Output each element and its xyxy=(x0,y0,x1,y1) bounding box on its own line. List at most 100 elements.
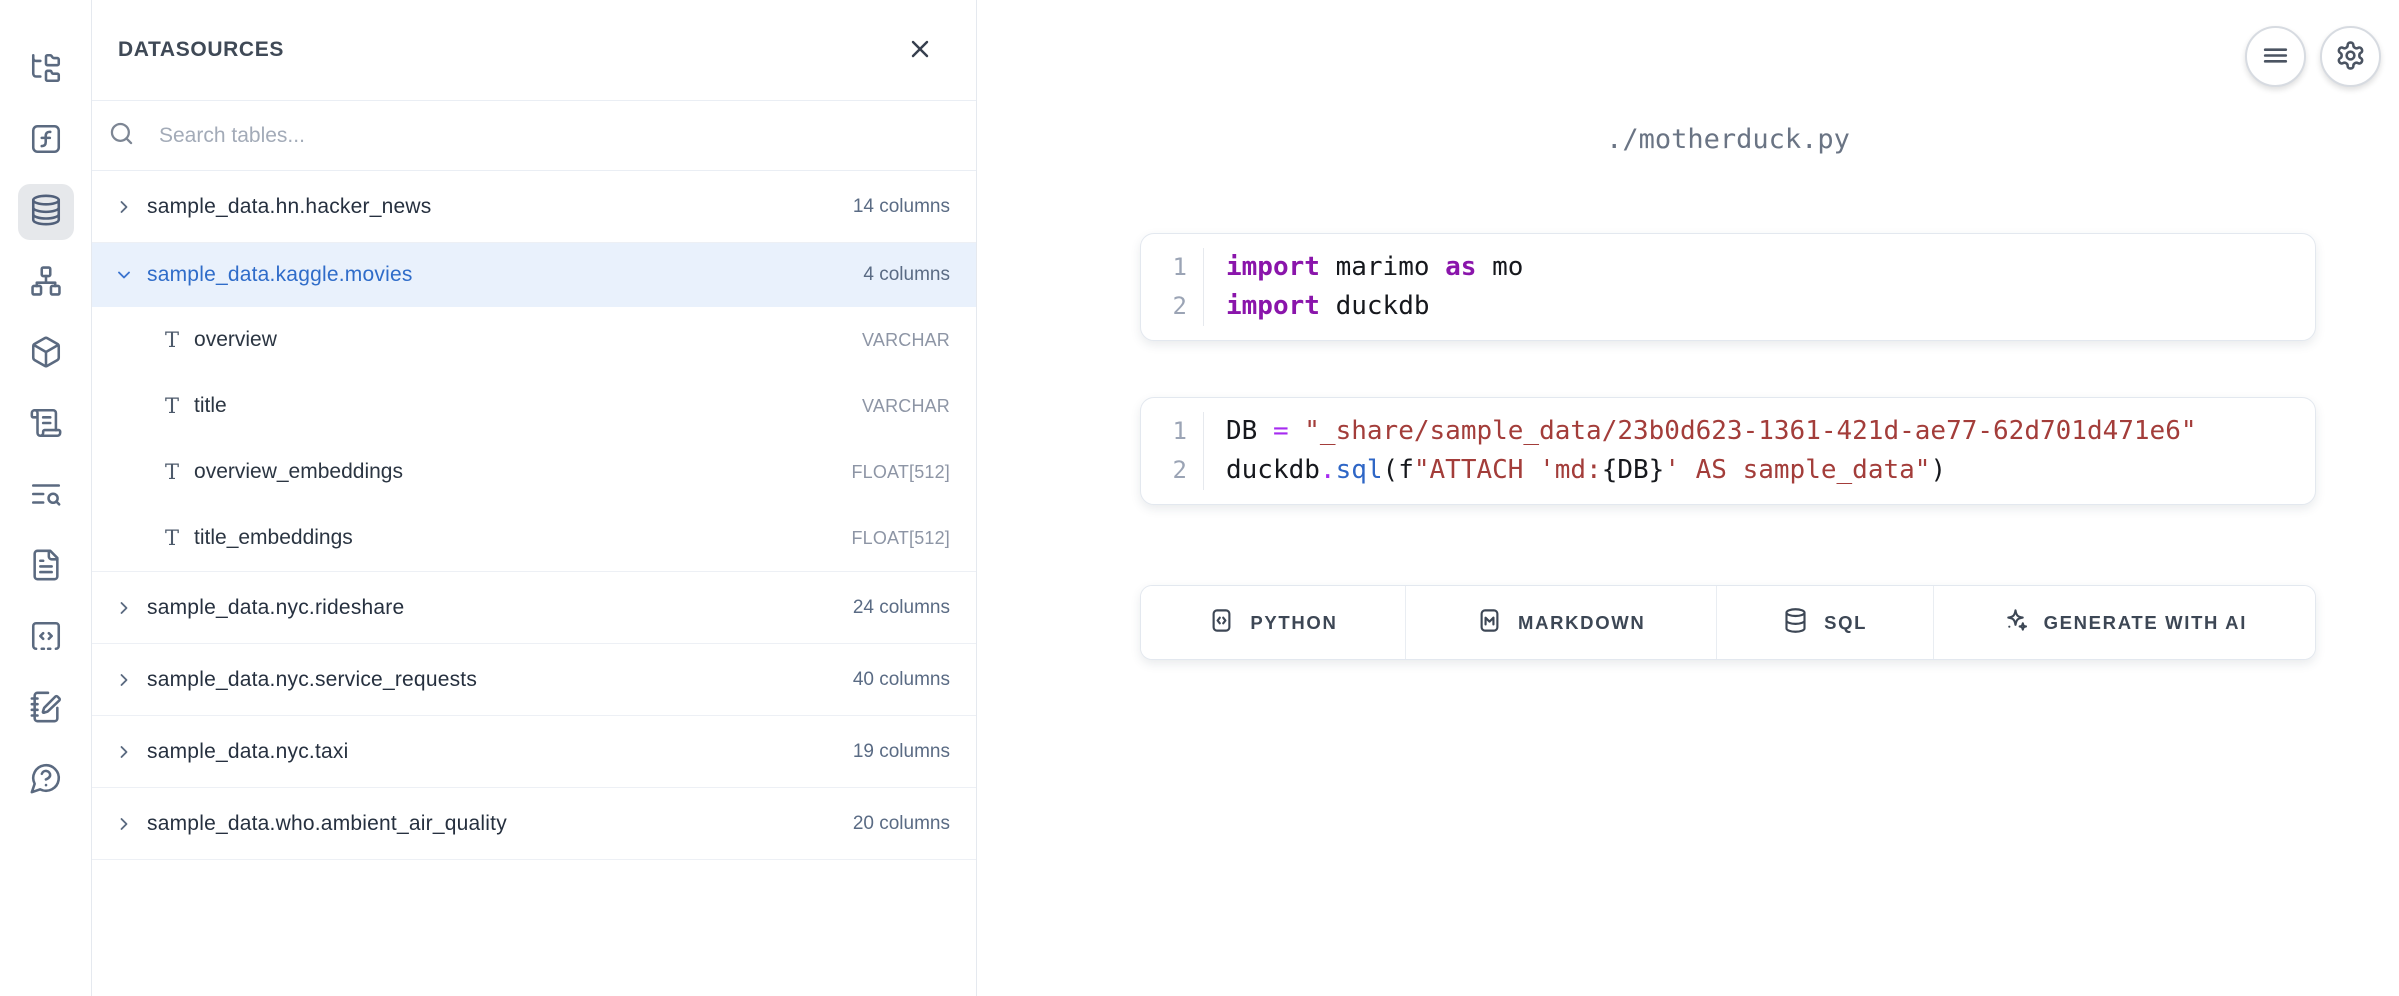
table-name: sample_data.hn.hacker_news xyxy=(147,195,840,219)
table-name: sample_data.who.ambient_air_quality xyxy=(147,812,840,836)
code-cell[interactable]: 1DB = "_share/sample_data/23b0d623-1361-… xyxy=(1140,397,2316,505)
sidebar-item-explorer[interactable] xyxy=(18,42,74,98)
table-list: sample_data.hn.hacker_news14 columnssamp… xyxy=(92,171,976,860)
table-row[interactable]: sample_data.nyc.taxi 19 columns xyxy=(92,716,976,788)
function-icon xyxy=(29,122,63,161)
code-cell[interactable]: 1import marimo as mo2import duckdb xyxy=(1140,233,2316,341)
dependency-graph-icon xyxy=(29,264,63,303)
column-type: VARCHAR xyxy=(862,396,950,417)
column-type: FLOAT[512] xyxy=(851,462,950,483)
header-actions xyxy=(2245,26,2381,87)
table-row[interactable]: sample_data.kaggle.movies 4 columns xyxy=(92,243,976,307)
datasources-panel-header: DATASOURCES xyxy=(92,0,976,101)
button-label: SQL xyxy=(1824,612,1867,634)
table-columns-count: 14 columns xyxy=(853,196,950,218)
table-row[interactable]: sample_data.nyc.rideshare 24 columns xyxy=(92,572,976,644)
chevron-right-icon xyxy=(114,814,134,834)
column-name: overview_embeddings xyxy=(194,460,836,484)
gear-icon xyxy=(2335,40,2366,74)
generate-with-ai-button[interactable]: GENERATE WITH AI xyxy=(1934,586,2315,659)
sparkles-icon xyxy=(2002,607,2029,639)
table-row[interactable]: sample_data.hn.hacker_news 14 columns xyxy=(92,171,976,243)
search-row xyxy=(92,101,976,171)
code-line-text: import duckdb xyxy=(1203,287,1430,326)
button-label: GENERATE WITH AI xyxy=(2044,612,2247,634)
marimo-app: DATASOURCES sample_data.hn.hacker_news14… xyxy=(0,0,2399,996)
search-tables-input[interactable] xyxy=(159,124,950,148)
icon-sidebar xyxy=(0,0,92,996)
help-icon xyxy=(29,761,63,800)
chevron-right-icon xyxy=(114,670,134,690)
sidebar-item-documentation[interactable] xyxy=(18,539,74,595)
type-text-icon: T xyxy=(165,526,179,550)
line-number: 1 xyxy=(1141,412,1203,451)
table-name: sample_data.kaggle.movies xyxy=(147,263,850,287)
column-row[interactable]: Toverview_embeddings FLOAT[512] xyxy=(92,439,976,505)
chevron-right-icon xyxy=(114,197,134,217)
scratchpad-icon xyxy=(29,690,63,729)
sidebar-item-help[interactable] xyxy=(18,752,74,808)
column-row[interactable]: ToverviewVARCHAR xyxy=(92,307,976,373)
notebook-menu-button[interactable] xyxy=(2245,26,2306,87)
code-line-text: import marimo as mo xyxy=(1203,248,1523,287)
type-text-icon: T xyxy=(165,394,179,418)
code-line-text: duckdb.sql(f"ATTACH 'md:{DB}' AS sample_… xyxy=(1203,451,1946,490)
table-columns-count: 40 columns xyxy=(853,669,950,691)
table-columns-count: 24 columns xyxy=(853,597,950,619)
column-list: ToverviewVARCHARTtitleVARCHARToverview_e… xyxy=(92,307,976,572)
code-cell-icon xyxy=(1208,607,1235,639)
panel-title: DATASOURCES xyxy=(118,38,284,62)
table-columns-count: 20 columns xyxy=(853,813,950,835)
column-name: title xyxy=(194,394,847,418)
sidebar-item-functions[interactable] xyxy=(18,113,74,169)
add-python-cell-button[interactable]: PYTHON xyxy=(1141,586,1406,659)
add-sql-cell-button[interactable]: SQL xyxy=(1717,586,1934,659)
markdown-icon xyxy=(1476,607,1503,639)
button-label: PYTHON xyxy=(1250,612,1337,634)
sidebar-item-snippets[interactable] xyxy=(18,610,74,666)
sidebar-item-logs[interactable] xyxy=(18,468,74,524)
table-row[interactable]: sample_data.who.ambient_air_quality 20 co… xyxy=(92,788,976,860)
scroll-icon xyxy=(29,406,63,445)
chevron-down-icon xyxy=(114,265,134,285)
line-number: 2 xyxy=(1141,287,1203,326)
sidebar-item-packages[interactable] xyxy=(18,326,74,382)
column-row[interactable]: Ttitle VARCHAR xyxy=(92,373,976,439)
add-cell-button-bar: PYTHON MARKDOWN SQL GENERATE WITH AI xyxy=(1140,585,2316,660)
database-icon xyxy=(29,193,63,232)
type-text-icon: T xyxy=(165,460,179,484)
settings-button[interactable] xyxy=(2320,26,2381,87)
sidebar-item-dependencies[interactable] xyxy=(18,255,74,311)
table-row[interactable]: sample_data.nyc.service_requests 40 colum… xyxy=(92,644,976,716)
file-tree-icon xyxy=(29,51,63,90)
chevron-right-icon xyxy=(114,742,134,762)
table-columns-count: 19 columns xyxy=(853,741,950,763)
line-number: 1 xyxy=(1141,248,1203,287)
table-name: sample_data.nyc.rideshare xyxy=(147,596,840,620)
sidebar-item-scratchpad[interactable] xyxy=(18,681,74,737)
add-markdown-cell-button[interactable]: MARKDOWN xyxy=(1406,586,1717,659)
chevron-right-icon xyxy=(114,598,134,618)
package-icon xyxy=(29,335,63,374)
notebook-filename[interactable]: ./motherduck.py xyxy=(1140,124,2316,155)
sidebar-item-tracebacks[interactable] xyxy=(18,397,74,453)
table-name: sample_data.nyc.taxi xyxy=(147,740,840,764)
datasources-panel: DATASOURCES sample_data.hn.hacker_news 14… xyxy=(92,0,977,996)
sidebar-item-datasources[interactable] xyxy=(18,184,74,240)
document-icon xyxy=(29,548,63,587)
column-row[interactable]: Ttitle_embeddingsFLOAT[512] xyxy=(92,505,976,571)
column-name: overview xyxy=(194,328,847,352)
code-line-text: DB = "_share/sample_data/23b0d623-1361-4… xyxy=(1203,412,2197,451)
line-number: 2 xyxy=(1141,451,1203,490)
type-text-icon: T xyxy=(165,328,179,352)
button-label: MARKDOWN xyxy=(1518,612,1645,634)
database-icon xyxy=(1782,607,1809,639)
table-columns-count: 4 columns xyxy=(863,264,950,286)
hamburger-menu-icon xyxy=(2260,40,2291,74)
table-name: sample_data.nyc.service_requests xyxy=(147,668,840,692)
search-icon xyxy=(108,120,135,152)
logs-search-icon xyxy=(29,477,63,516)
close-panel-button[interactable] xyxy=(906,35,934,66)
close-icon xyxy=(906,35,934,66)
column-type: FLOAT[512] xyxy=(851,528,950,549)
